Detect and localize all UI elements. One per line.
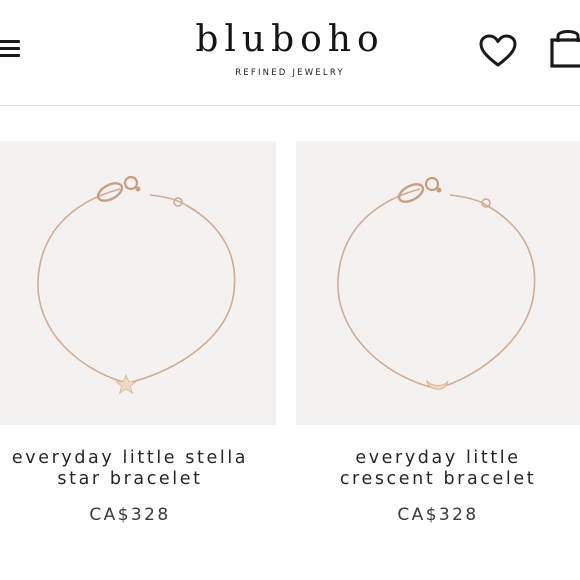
product-title-line: star bracelet: [57, 469, 203, 489]
product-price-crescent-bracelet: CA$328: [397, 505, 479, 525]
brand-name: bluboho: [195, 19, 385, 60]
shopping-bag-icon[interactable]: [548, 26, 580, 70]
product-image-crescent-bracelet[interactable]: [296, 141, 580, 425]
brand-logo[interactable]: bluboho REFINED JEWELRY: [140, 16, 440, 78]
product-image-star-bracelet[interactable]: [0, 141, 276, 425]
product-title-crescent-bracelet[interactable]: everyday little crescent bracelet: [298, 448, 578, 490]
brand-tagline: REFINED JEWELRY: [235, 68, 345, 78]
product-price-star-bracelet: CA$328: [89, 505, 171, 525]
crescent-charm-icon: [426, 379, 449, 390]
site-header: bluboho REFINED JEWELRY: [0, 0, 580, 106]
header-divider: [0, 105, 580, 106]
hamburger-menu-icon[interactable]: [0, 38, 22, 60]
product-title-line: crescent bracelet: [339, 469, 537, 489]
star-charm-icon: [115, 373, 137, 394]
heart-icon[interactable]: [478, 33, 518, 69]
product-title-line: everyday little stella: [11, 448, 249, 468]
product-title-line: everyday little: [355, 448, 521, 468]
product-title-star-bracelet[interactable]: everyday little stella star bracelet: [0, 448, 270, 490]
